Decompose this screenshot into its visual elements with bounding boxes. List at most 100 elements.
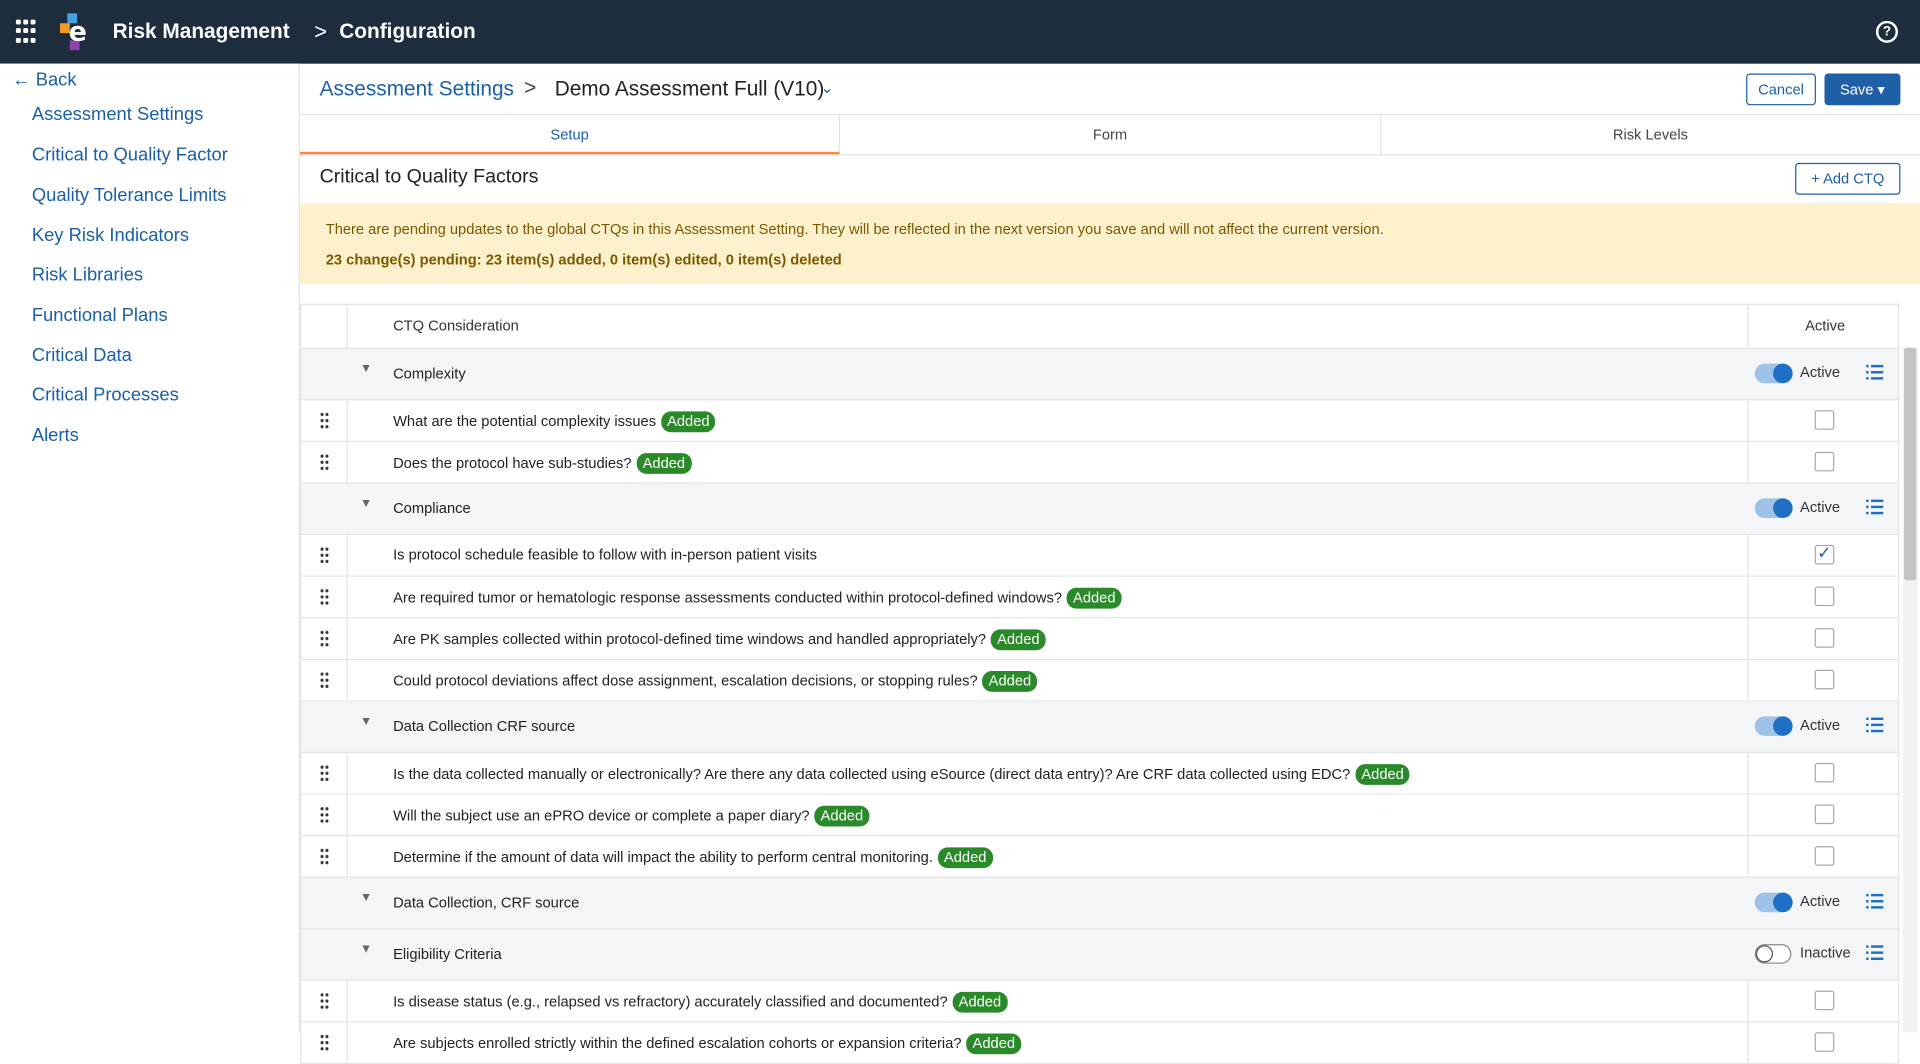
app-launcher-icon[interactable] bbox=[15, 19, 40, 44]
active-checkbox[interactable] bbox=[1814, 628, 1835, 648]
added-badge: Added bbox=[966, 1033, 1022, 1055]
back-link[interactable]: ← Back bbox=[12, 70, 76, 91]
group-name: Eligibility Criteria bbox=[393, 945, 502, 963]
group-name: Compliance bbox=[393, 499, 471, 517]
toggle-state-label: Active bbox=[1800, 892, 1841, 910]
drag-handle-icon[interactable] bbox=[301, 794, 348, 836]
breadcrumb-parent[interactable]: Assessment Settings bbox=[320, 77, 514, 101]
drag-column-header bbox=[301, 304, 348, 348]
collapse-caret-icon[interactable]: ▼ bbox=[360, 497, 372, 510]
toggle-state-label: Active bbox=[1800, 498, 1841, 516]
active-checkbox[interactable] bbox=[1814, 410, 1835, 430]
active-cell bbox=[1747, 400, 1901, 441]
table-row: Is protocol schedule feasible to follow … bbox=[300, 535, 1900, 577]
banner-message: There are pending updates to the global … bbox=[325, 220, 1384, 238]
toggle-state-label: Active bbox=[1800, 363, 1841, 381]
add-ctq-label: Add CTQ bbox=[1823, 170, 1885, 188]
group-name: Complexity bbox=[393, 364, 466, 383]
sidebar-item-risk-libraries[interactable]: Risk Libraries bbox=[32, 264, 143, 285]
active-checkbox[interactable] bbox=[1814, 762, 1835, 783]
active-toggle[interactable] bbox=[1754, 716, 1793, 736]
active-checkbox[interactable] bbox=[1814, 1032, 1835, 1052]
top-bar: e Risk Management > Configuration ? bbox=[0, 0, 1920, 64]
list-icon[interactable] bbox=[1866, 893, 1884, 909]
active-cell bbox=[1747, 618, 1901, 659]
list-icon[interactable] bbox=[1866, 499, 1884, 515]
ctq-question: Are subjects enrolled strictly within th… bbox=[393, 1033, 1022, 1055]
collapse-caret-icon[interactable]: ▼ bbox=[360, 943, 372, 956]
sidebar-item-kri[interactable]: Key Risk Indicators bbox=[32, 225, 189, 246]
ctq-table: CTQ Consideration Active ▼ Complexity Acti… bbox=[300, 303, 1901, 1064]
table-header: CTQ Consideration Active bbox=[300, 303, 1900, 349]
main-content: Assessment Settings > Demo Assessment Fu… bbox=[300, 64, 1920, 1064]
ctq-question: Will the subject use an ePRO device or c… bbox=[393, 805, 870, 827]
sidebar-item-assessment-settings[interactable]: Assessment Settings bbox=[32, 104, 204, 125]
toggle-state-label: Inactive bbox=[1800, 944, 1851, 962]
drag-handle-icon[interactable] bbox=[301, 535, 348, 576]
pending-updates-banner: There are pending updates to the global … bbox=[300, 203, 1920, 285]
ctq-group: ▼ Data Collection, CRF source Active bbox=[300, 877, 1900, 930]
active-cell bbox=[1747, 442, 1901, 483]
active-toggle[interactable] bbox=[1754, 363, 1793, 384]
list-icon[interactable] bbox=[1866, 364, 1884, 380]
active-checkbox[interactable] bbox=[1814, 846, 1835, 866]
ctq-question: Does the protocol have sub-studies? Added bbox=[393, 453, 692, 474]
list-icon[interactable] bbox=[1866, 717, 1884, 733]
breadcrumb-current: Demo Assessment Full (V10) bbox=[554, 77, 825, 101]
active-checkbox[interactable] bbox=[1814, 804, 1835, 825]
sidebar-item-critical-processes[interactable]: Critical Processes bbox=[32, 384, 179, 405]
active-toggle[interactable] bbox=[1754, 892, 1793, 913]
help-icon[interactable]: ? bbox=[1875, 20, 1898, 43]
save-button[interactable]: Save ▾ bbox=[1824, 73, 1901, 106]
drag-handle-icon[interactable] bbox=[301, 660, 348, 701]
scrollbar-thumb[interactable] bbox=[1904, 347, 1917, 581]
page-title: Critical to Quality Factors bbox=[319, 166, 539, 188]
active-cell bbox=[1747, 660, 1901, 701]
add-ctq-button[interactable]: + Add CTQ bbox=[1795, 162, 1901, 195]
active-toggle[interactable] bbox=[1754, 498, 1793, 518]
collapse-caret-icon[interactable]: ▼ bbox=[360, 891, 372, 904]
cancel-button[interactable]: Cancel bbox=[1746, 73, 1816, 106]
drag-handle-icon[interactable] bbox=[301, 836, 348, 877]
sidebar-item-alerts[interactable]: Alerts bbox=[32, 425, 79, 446]
active-checkbox[interactable] bbox=[1814, 669, 1835, 690]
ctq-group: ▼ Complexity Active bbox=[300, 348, 1900, 401]
scrollbar[interactable] bbox=[1902, 347, 1918, 1033]
toggle-state-label: Active bbox=[1800, 716, 1841, 734]
table-row: Are required tumor or hematologic respon… bbox=[300, 576, 1900, 619]
drag-handle-icon[interactable] bbox=[301, 442, 348, 483]
drag-handle-icon[interactable] bbox=[301, 980, 348, 1022]
question-text: Is protocol schedule feasible to follow … bbox=[393, 546, 817, 564]
collapse-caret-icon[interactable]: ▼ bbox=[360, 715, 372, 728]
ctq-question: Is protocol schedule feasible to follow … bbox=[393, 546, 817, 563]
list-icon[interactable] bbox=[1866, 945, 1884, 961]
drag-handle-icon[interactable] bbox=[301, 1022, 348, 1063]
active-checkbox[interactable] bbox=[1814, 542, 1835, 565]
drag-handle-icon[interactable] bbox=[301, 400, 348, 441]
app-title[interactable]: Risk Management bbox=[113, 20, 290, 44]
active-checkbox[interactable] bbox=[1814, 990, 1835, 1011]
sidebar-item-critical-data[interactable]: Critical Data bbox=[32, 345, 132, 366]
active-cell bbox=[1747, 1022, 1901, 1063]
tab-form[interactable]: Form bbox=[840, 115, 1381, 155]
version-dropdown-icon[interactable]: ⌄ bbox=[820, 78, 833, 98]
question-text: Are subjects enrolled strictly within th… bbox=[393, 1034, 962, 1052]
table-row: Will the subject use an ePRO device or c… bbox=[300, 794, 1900, 837]
sidebar-item-functional-plans[interactable]: Functional Plans bbox=[32, 305, 168, 326]
active-checkbox[interactable] bbox=[1814, 451, 1835, 472]
added-badge: Added bbox=[1355, 764, 1410, 785]
sidebar: ← Back Assessment Settings Critical to Q… bbox=[0, 63, 301, 1033]
sidebar-item-qtl[interactable]: Quality Tolerance Limits bbox=[32, 185, 227, 206]
question-text: Does the protocol have sub-studies? bbox=[393, 454, 632, 472]
collapse-caret-icon[interactable]: ▼ bbox=[360, 362, 372, 375]
added-badge: Added bbox=[660, 411, 716, 433]
tab-risk-levels[interactable]: Risk Levels bbox=[1381, 115, 1920, 154]
sidebar-item-ctq-factor[interactable]: Critical to Quality Factor bbox=[32, 144, 228, 165]
active-checkbox[interactable] bbox=[1814, 586, 1835, 607]
tab-setup[interactable]: Setup bbox=[300, 115, 841, 155]
active-toggle[interactable] bbox=[1754, 944, 1792, 964]
drag-handle-icon[interactable] bbox=[301, 618, 348, 659]
drag-handle-icon[interactable] bbox=[301, 753, 348, 794]
added-badge: Added bbox=[636, 453, 692, 474]
drag-handle-icon[interactable] bbox=[301, 576, 348, 618]
